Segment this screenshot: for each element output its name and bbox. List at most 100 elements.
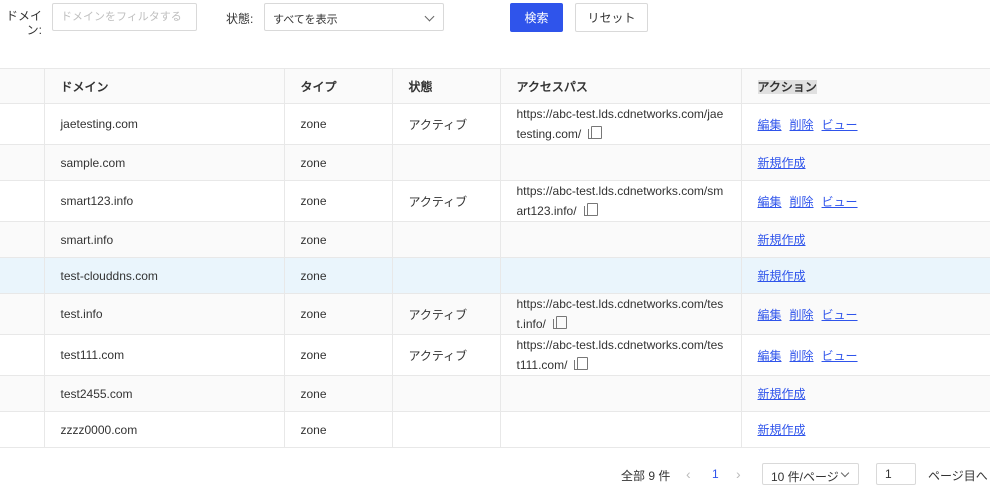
create-new-link[interactable]: 新規作成: [758, 233, 806, 247]
row-spacer: [0, 221, 45, 258]
create-new-link[interactable]: 新規作成: [758, 423, 806, 437]
header-type: タイプ: [283, 68, 393, 104]
table-row: test2455.com zone 新規作成: [0, 375, 990, 412]
cell-domain: smart.info: [43, 221, 285, 258]
status-filter-value: すべてを表示: [273, 14, 338, 26]
access-path-text: https://abc-test.lds.cdnetworks.com/smar…: [516, 184, 724, 218]
page-jump-input[interactable]: [876, 463, 916, 485]
cell-status: アクティブ: [391, 103, 501, 145]
total-count: 全部 9 件: [621, 469, 671, 483]
cell-type: zone: [283, 257, 393, 294]
table-row: jaetesting.com zone アクティブ https://abc-te…: [0, 103, 990, 145]
cell-status: [391, 144, 501, 181]
reset-button[interactable]: リセット: [575, 3, 648, 32]
table-row: test-clouddns.com zone 新規作成: [0, 257, 990, 294]
cell-actions: 新規作成: [740, 411, 990, 448]
table-row: smart123.info zone アクティブ https://abc-tes…: [0, 180, 990, 222]
cell-type: zone: [283, 411, 393, 448]
copy-icon[interactable]: [588, 126, 603, 139]
delete-link[interactable]: 削除: [790, 195, 814, 209]
copy-icon[interactable]: [552, 316, 567, 329]
row-spacer: [0, 334, 45, 376]
page-number-1[interactable]: 1: [712, 467, 719, 481]
chevron-left-icon[interactable]: ‹: [686, 466, 691, 482]
domain-filter-label: ドメイン:: [6, 9, 43, 37]
status-filter-label: 状態:: [226, 12, 254, 26]
header-action: アクション: [740, 68, 990, 104]
cell-status: [391, 411, 501, 448]
table-row: zzzz0000.com zone 新規作成: [0, 411, 990, 448]
table-header-row: ドメイン タイプ 状態 アクセスパス アクション: [0, 68, 990, 104]
cell-access-path: https://abc-test.lds.cdnetworks.com/test…: [499, 293, 742, 335]
cell-status: アクティブ: [391, 293, 501, 335]
create-new-link[interactable]: 新規作成: [758, 269, 806, 283]
cell-status: [391, 375, 501, 412]
cell-actions: 新規作成: [740, 257, 990, 294]
domain-filter-input[interactable]: [52, 3, 197, 31]
delete-link[interactable]: 削除: [790, 349, 814, 363]
cell-domain: zzzz0000.com: [43, 411, 285, 448]
cell-type: zone: [283, 144, 393, 181]
cell-access-path: [499, 375, 742, 412]
table-row: smart.info zone 新規作成: [0, 221, 990, 258]
copy-icon[interactable]: [574, 357, 589, 370]
view-link[interactable]: ビュー: [822, 118, 858, 132]
access-path-text: https://abc-test.lds.cdnetworks.com/jaet…: [516, 107, 724, 141]
cell-actions: 編集 削除 ビュー: [740, 334, 990, 376]
cell-type: zone: [283, 375, 393, 412]
row-spacer: [0, 103, 45, 145]
page-size-value: 10 件/ページ: [771, 470, 839, 484]
copy-icon[interactable]: [583, 203, 598, 216]
cell-actions: 新規作成: [740, 144, 990, 181]
cell-access-path: https://abc-test.lds.cdnetworks.com/jaet…: [499, 103, 742, 145]
cell-access-path: https://abc-test.lds.cdnetworks.com/smar…: [499, 180, 742, 222]
cell-domain: test-clouddns.com: [43, 257, 285, 294]
header-status: 状態: [391, 68, 501, 104]
row-spacer: [0, 411, 45, 448]
cell-domain: test.info: [43, 293, 285, 335]
edit-link[interactable]: 編集: [758, 349, 782, 363]
status-filter-select[interactable]: すべてを表示: [264, 3, 444, 31]
cell-actions: 新規作成: [740, 221, 990, 258]
page-size-select[interactable]: 10 件/ページ: [762, 463, 859, 485]
header-access-path: アクセスパス: [499, 68, 742, 104]
cell-domain: smart123.info: [43, 180, 285, 222]
view-link[interactable]: ビュー: [822, 349, 858, 363]
cell-status: [391, 257, 501, 294]
cell-access-path: [499, 221, 742, 258]
edit-link[interactable]: 編集: [758, 195, 782, 209]
access-path-text: https://abc-test.lds.cdnetworks.com/test…: [516, 297, 724, 331]
create-new-link[interactable]: 新規作成: [758, 156, 806, 170]
row-spacer: [0, 180, 45, 222]
page-jump-label: ページ目へ: [928, 469, 988, 483]
row-spacer: [0, 375, 45, 412]
header-domain: ドメイン: [43, 68, 285, 104]
cell-actions: 編集 削除 ビュー: [740, 293, 990, 335]
search-button[interactable]: 検索: [510, 3, 563, 32]
cell-domain: test2455.com: [43, 375, 285, 412]
cell-type: zone: [283, 293, 393, 335]
chevron-down-icon: [840, 468, 850, 478]
cell-actions: 編集 削除 ビュー: [740, 103, 990, 145]
create-new-link[interactable]: 新規作成: [758, 387, 806, 401]
view-link[interactable]: ビュー: [822, 308, 858, 322]
chevron-right-icon[interactable]: ›: [736, 466, 741, 482]
cell-access-path: [499, 257, 742, 294]
cell-domain: test111.com: [43, 334, 285, 376]
table-row: sample.com zone 新規作成: [0, 144, 990, 181]
edit-link[interactable]: 編集: [758, 308, 782, 322]
cell-access-path: [499, 411, 742, 448]
view-link[interactable]: ビュー: [822, 195, 858, 209]
delete-link[interactable]: 削除: [790, 308, 814, 322]
cell-status: [391, 221, 501, 258]
cell-type: zone: [283, 180, 393, 222]
cell-actions: 編集 削除 ビュー: [740, 180, 990, 222]
access-path-text: https://abc-test.lds.cdnetworks.com/test…: [516, 338, 724, 372]
delete-link[interactable]: 削除: [790, 118, 814, 132]
row-spacer: [0, 293, 45, 335]
edit-link[interactable]: 編集: [758, 118, 782, 132]
cell-status: アクティブ: [391, 180, 501, 222]
header-action-label: アクション: [757, 79, 817, 94]
cell-type: zone: [283, 103, 393, 145]
filter-bar: ドメイン: 状態: すべてを表示 検索 リセット: [0, 0, 990, 40]
